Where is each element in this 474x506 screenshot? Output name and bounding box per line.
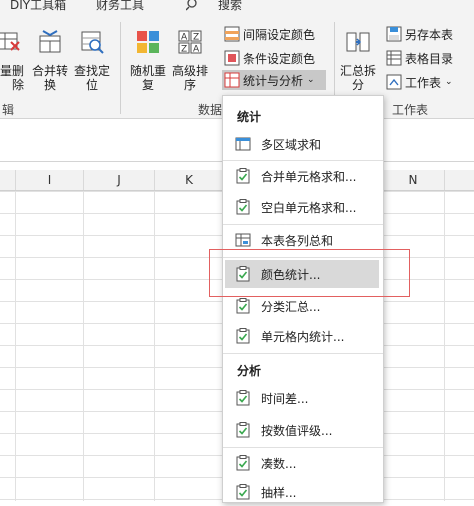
table-directory-button[interactable]: 表格目录 (386, 48, 453, 68)
table-sum-icon (235, 233, 251, 247)
merge-convert-label: 合并转 换 (31, 64, 68, 92)
find-locate-icon (81, 31, 104, 54)
ribbon-separator (120, 22, 121, 114)
save-table-button[interactable]: 另存本表 (386, 24, 453, 44)
column-header-k[interactable]: K (155, 170, 224, 190)
svg-text:Z: Z (193, 33, 199, 43)
menu-item-value-rating[interactable]: 按数值评级... (225, 416, 379, 444)
advanced-sort-icon: A Z Z A (178, 30, 202, 54)
clipboard-check-icon (236, 328, 250, 344)
find-locate-button[interactable]: 查找定 位 (70, 30, 114, 94)
find-locate-label: 查找定 位 (73, 64, 110, 92)
save-copy-icon (386, 26, 402, 42)
tab-search[interactable]: 搜索 (218, 0, 242, 13)
summary-split-icon (346, 32, 370, 52)
summary-split-label: 汇总拆 分 (339, 64, 376, 92)
column-header-n[interactable]: N (382, 170, 445, 190)
menu-item-label: 单元格内统计... (261, 329, 345, 344)
random-repeat-label: 随机重 复 (129, 64, 166, 92)
chevron-down-icon: ⌄ (445, 77, 453, 87)
group-label-edit: 辑 (2, 103, 15, 117)
random-repeat-button[interactable]: 随机重 复 (126, 30, 170, 94)
menu-item-merged-cell-sum[interactable]: 合并单元格求和... (225, 162, 379, 190)
grid-line (154, 191, 155, 501)
menu-section-analysis: 分析 (237, 364, 262, 378)
highlight-box (209, 249, 410, 297)
chevron-down-icon: ⌄ (307, 75, 315, 85)
menu-item-label: 时间差... (261, 391, 309, 406)
menu-divider (223, 447, 383, 448)
condition-color-icon (224, 50, 240, 66)
worksheet-button[interactable]: 工作表 ⌄ (386, 72, 453, 92)
clipboard-check-icon (236, 298, 250, 314)
tab-finance-tools[interactable]: 财务工具 (96, 0, 144, 13)
clipboard-check-icon (236, 455, 250, 471)
advanced-sort-label: 高级排 序 (171, 64, 208, 92)
menu-divider (223, 160, 383, 161)
menu-item-label: 空白单元格求和... (261, 200, 357, 215)
interval-color-icon (224, 26, 240, 42)
grid-line (83, 191, 84, 501)
advanced-sort-button[interactable]: A Z Z A 高级排 序 (168, 30, 212, 94)
group-label-data: 数据 (198, 103, 223, 117)
menu-item-label: 合并单元格求和... (261, 169, 357, 184)
clipboard-check-icon (236, 199, 250, 215)
svg-text:A: A (181, 33, 188, 43)
tab-diy-toolbox[interactable]: DIY工具箱 (10, 0, 66, 13)
delete-icon (0, 32, 20, 51)
condition-color-label: 条件设定颜色 (243, 51, 316, 66)
save-table-label: 另存本表 (405, 27, 454, 42)
column-header-j[interactable]: J (84, 170, 155, 190)
svg-text:Z: Z (181, 45, 187, 55)
clipboard-check-icon (236, 484, 250, 500)
grid-line (444, 191, 445, 501)
group-label-worksheet: 工作表 (392, 103, 429, 117)
clipboard-check-icon (236, 390, 250, 406)
ribbon-tabs: DIY工具箱 财务工具 搜索 (0, 0, 474, 16)
column-header[interactable] (0, 170, 16, 190)
multi-area-sum-icon (235, 137, 251, 151)
condition-color-button[interactable]: 条件设定颜色 (224, 48, 315, 68)
menu-item-label: 多区域求和 (261, 137, 322, 152)
table-directory-label: 表格目录 (405, 51, 454, 66)
menu-item-label: 凑数... (261, 456, 297, 471)
menu-item-make-up-numbers[interactable]: 凑数... (225, 449, 379, 477)
column-header-i[interactable]: I (16, 170, 84, 190)
menu-item-label: 本表各列总和 (261, 233, 334, 248)
worksheet-icon (386, 74, 402, 90)
merge-convert-button[interactable]: 合并转 换 (28, 30, 72, 94)
stats-analysis-icon (224, 72, 240, 88)
menu-divider (223, 353, 383, 354)
svg-text:A: A (193, 45, 200, 55)
random-repeat-icon (137, 31, 159, 53)
menu-divider (223, 224, 383, 225)
merge-convert-icon (39, 30, 61, 53)
menu-item-sampling[interactable]: 抽样... (225, 478, 379, 506)
menu-item-in-cell-stats[interactable]: 单元格内统计... (225, 322, 379, 350)
stats-analysis-label: 统计与分析 (243, 73, 304, 88)
menu-item-label: 按数值评级... (261, 423, 333, 438)
delete-button[interactable]: 量删 除 (0, 30, 26, 94)
stats-analysis-button[interactable]: 统计与分析 ⌄ (222, 70, 326, 90)
stats-analysis-menu: 统计 多区域求和 合并单元格求和... 空白单元格求和... 本表各列总和 颜色… (222, 95, 384, 503)
worksheet-label: 工作表 (405, 75, 442, 90)
clipboard-check-icon (236, 168, 250, 184)
menu-item-blank-cell-sum[interactable]: 空白单元格求和... (225, 193, 379, 221)
menu-item-multi-area-sum[interactable]: 多区域求和 (225, 130, 379, 158)
menu-item-label: 抽样... (261, 485, 297, 500)
delete-label: 量删 除 (0, 64, 24, 92)
grid-line (15, 191, 16, 501)
interval-color-button[interactable]: 间隔设定颜色 (224, 24, 315, 44)
interval-color-label: 间隔设定颜色 (243, 27, 316, 42)
clipboard-check-icon (236, 422, 250, 438)
summary-split-button[interactable]: 汇总拆 分 (336, 30, 380, 94)
menu-item-time-diff[interactable]: 时间差... (225, 384, 379, 412)
table-directory-icon (386, 50, 402, 66)
menu-section-stats: 统计 (237, 110, 262, 124)
menu-item-label: 分类汇总... (261, 299, 321, 314)
